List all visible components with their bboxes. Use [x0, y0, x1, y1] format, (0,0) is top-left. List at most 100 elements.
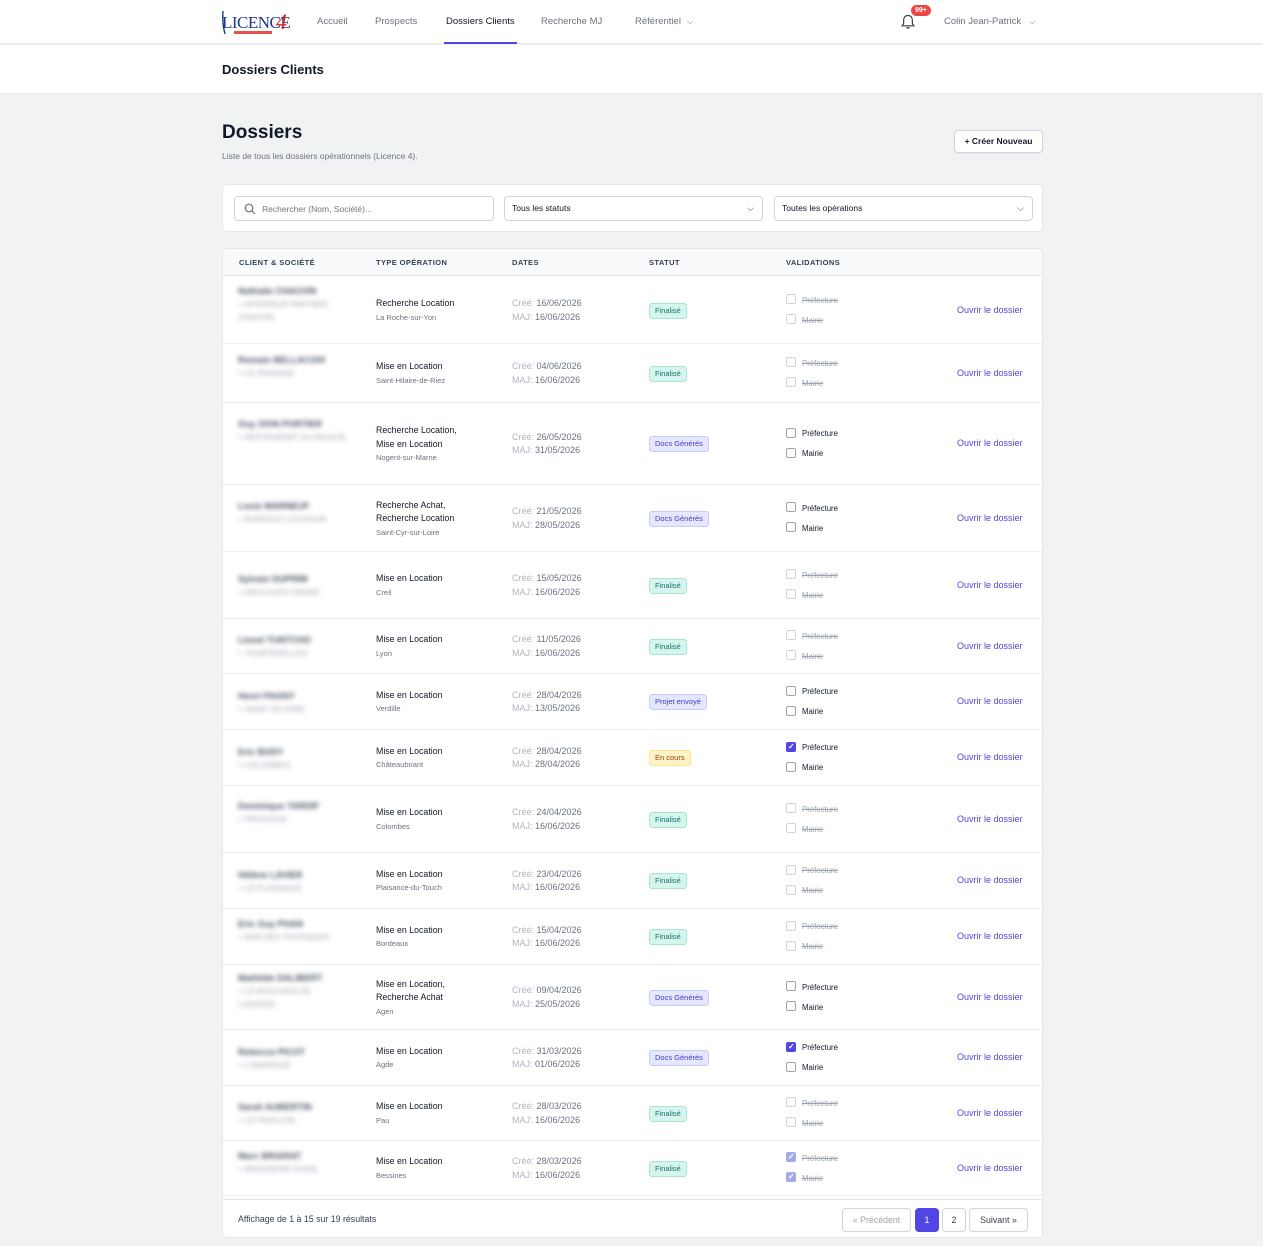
open-dossier-link[interactable]: Ouvrir le dossier [957, 1108, 1023, 1118]
checkbox[interactable] [786, 940, 796, 951]
checkbox[interactable] [786, 650, 796, 661]
mairie-validation[interactable]: ✓ Mairie [786, 1172, 823, 1185]
user-menu[interactable]: Colin Jean-Patrick ⌵ [944, 0, 1035, 44]
mairie-validation[interactable]: Mairie [786, 650, 823, 663]
open-dossier-link[interactable]: Ouvrir le dossier [957, 752, 1023, 762]
client-name: Rebecca PICOT [238, 1046, 306, 1057]
mairie-validation[interactable]: Mairie [786, 1117, 823, 1130]
open-dossier-link[interactable]: Ouvrir le dossier [957, 875, 1023, 885]
prefecture-validation[interactable]: Préfecture [786, 1097, 838, 1110]
mairie-validation[interactable]: Mairie [786, 447, 823, 460]
chevron-down-icon: ⌵ [686, 17, 694, 26]
mairie-validation[interactable]: Mairie [786, 377, 823, 390]
search-box[interactable] [234, 196, 494, 221]
prefecture-validation[interactable]: Préfecture [786, 630, 838, 643]
prefecture-validation[interactable]: Préfecture [786, 803, 838, 816]
checkbox[interactable] [786, 357, 796, 368]
validation-label: Préfecture [802, 982, 838, 992]
mairie-validation[interactable]: Mairie [786, 705, 823, 718]
search-input[interactable] [262, 201, 487, 217]
prefecture-validation[interactable]: Préfecture [786, 569, 838, 582]
nav-recherche-mj[interactable]: Recherche MJ [541, 0, 602, 44]
prefecture-validation[interactable]: Préfecture [786, 981, 838, 994]
checkbox[interactable] [786, 1001, 796, 1012]
nav-prospects[interactable]: Prospects [375, 0, 417, 44]
prefecture-validation[interactable]: Préfecture [786, 357, 838, 370]
checkbox[interactable] [786, 823, 796, 834]
checkbox[interactable] [786, 920, 796, 931]
next-page-button[interactable]: Suivant » [969, 1208, 1028, 1232]
open-dossier-link[interactable]: Ouvrir le dossier [957, 580, 1023, 590]
client-name: Romain BELLACOIX [238, 355, 326, 365]
checkbox[interactable] [786, 1097, 796, 1108]
checkbox[interactable] [786, 761, 796, 772]
prev-page-button[interactable]: « Précédent [842, 1208, 911, 1232]
open-dossier-link[interactable]: Ouvrir le dossier [957, 1163, 1023, 1173]
checkbox[interactable] [786, 427, 796, 438]
col-header-dates: DATES [512, 258, 539, 267]
nav-referentiel[interactable]: Référentiel ⌵ [635, 0, 693, 44]
open-dossier-link[interactable]: Ouvrir le dossier [957, 513, 1023, 523]
open-dossier-link[interactable]: Ouvrir le dossier [957, 305, 1023, 315]
checkbox[interactable] [786, 864, 796, 875]
mairie-validation[interactable]: Mairie [786, 940, 823, 953]
checkbox[interactable] [786, 294, 796, 305]
operation-city: Plaisance-du-Touch [376, 883, 442, 893]
mairie-validation[interactable]: Mairie [786, 314, 823, 327]
open-dossier-link[interactable]: Ouvrir le dossier [957, 931, 1023, 941]
mairie-validation[interactable]: Mairie [786, 522, 823, 535]
licence4-logo[interactable]: LICENCE 4 [222, 7, 292, 37]
page-1-button[interactable]: 1 [915, 1208, 939, 1232]
checkbox[interactable] [786, 630, 796, 641]
status-filter-select[interactable]: Tous les statuts ⌵ [504, 196, 763, 221]
mairie-validation[interactable]: Mairie [786, 823, 823, 836]
page-2-button[interactable]: 2 [942, 1208, 966, 1232]
open-dossier-link[interactable]: Ouvrir le dossier [957, 696, 1023, 706]
checkbox[interactable]: ✓ [786, 741, 796, 752]
mairie-validation[interactable]: Mairie [786, 761, 823, 774]
checkbox[interactable] [786, 685, 796, 696]
prefecture-validation[interactable]: Préfecture [786, 864, 838, 877]
open-dossier-link[interactable]: Ouvrir le dossier [957, 438, 1023, 448]
create-new-button[interactable]: + Créer Nouveau [954, 130, 1043, 153]
checkbox[interactable] [786, 981, 796, 992]
checkbox[interactable]: ✓ [786, 1172, 796, 1183]
open-dossier-link[interactable]: Ouvrir le dossier [957, 368, 1023, 378]
checkbox[interactable] [786, 314, 796, 325]
checkbox[interactable] [786, 1061, 796, 1072]
nav-dossiers-clients[interactable]: Dossiers Clients [444, 0, 517, 44]
checkbox[interactable] [786, 803, 796, 814]
checkbox[interactable] [786, 522, 796, 533]
checkbox[interactable]: ✓ [786, 1152, 796, 1163]
prefecture-validation[interactable]: Préfecture [786, 502, 838, 515]
prefecture-validation[interactable]: ✓ Préfecture [786, 1041, 838, 1054]
nav-accueil[interactable]: Accueil [317, 0, 348, 44]
checkbox[interactable] [786, 447, 796, 458]
checkbox[interactable] [786, 377, 796, 388]
checkbox[interactable]: ✓ [786, 1041, 796, 1052]
checkbox[interactable] [786, 589, 796, 600]
prefecture-validation[interactable]: Préfecture [786, 920, 838, 933]
prefecture-validation[interactable]: ✓ Préfecture [786, 1152, 838, 1165]
open-dossier-link[interactable]: Ouvrir le dossier [957, 1052, 1023, 1062]
prefecture-validation[interactable]: Préfecture [786, 294, 838, 307]
mairie-validation[interactable]: Mairie [786, 884, 823, 897]
bell-icon[interactable] [901, 14, 917, 30]
checkbox[interactable] [786, 502, 796, 513]
checkbox[interactable] [786, 705, 796, 716]
mairie-validation[interactable]: Mairie [786, 589, 823, 602]
checkbox[interactable] [786, 1117, 796, 1128]
prefecture-validation[interactable]: ✓ Préfecture [786, 741, 838, 754]
prefecture-validation[interactable]: Préfecture [786, 685, 838, 698]
status-badge: Finalisé [649, 1105, 687, 1122]
open-dossier-link[interactable]: Ouvrir le dossier [957, 992, 1023, 1002]
operation-filter-select[interactable]: Toutes les opérations ⌵ [774, 196, 1033, 221]
open-dossier-link[interactable]: Ouvrir le dossier [957, 641, 1023, 651]
prefecture-validation[interactable]: Préfecture [786, 427, 838, 440]
open-dossier-link[interactable]: Ouvrir le dossier [957, 814, 1023, 824]
checkbox[interactable] [786, 569, 796, 580]
mairie-validation[interactable]: Mairie [786, 1061, 823, 1074]
checkbox[interactable] [786, 884, 796, 895]
mairie-validation[interactable]: Mairie [786, 1001, 823, 1014]
dates-cell: Créé: 28/04/2026 MAJ: 28/04/2026 [512, 745, 582, 772]
